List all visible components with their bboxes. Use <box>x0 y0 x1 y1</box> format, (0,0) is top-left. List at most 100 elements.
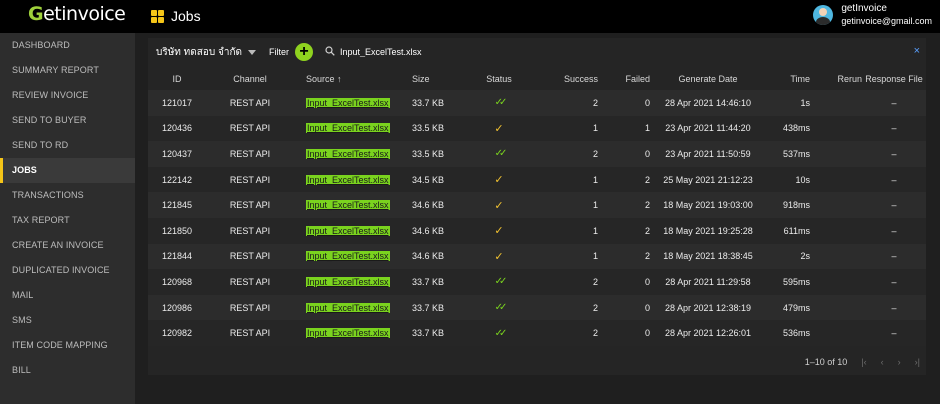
col-source-label: Source <box>306 74 335 84</box>
cell-rerun[interactable] <box>810 167 862 193</box>
cell-rerun[interactable] <box>810 90 862 116</box>
cell-success: 2 <box>592 302 598 313</box>
cell-channel: REST API <box>229 302 271 313</box>
pagination-range: 1–10 of 10 <box>804 357 848 367</box>
table-row[interactable]: 121845 REST API Input_ExcelTest.xlsx 34.6 K… <box>148 192 926 218</box>
col-response-file[interactable]: Response File <box>862 68 926 90</box>
col-id[interactable]: ID <box>148 68 206 90</box>
table-row[interactable]: 120437 REST API Input_ExcelTest.xlsx 33.5 K… <box>148 141 926 167</box>
cell-size: 33.7 KB <box>412 328 445 339</box>
table-row[interactable]: 120436 REST API Input_ExcelTest.xlsx 33.5 K… <box>148 115 926 142</box>
sidebar-item-mail[interactable]: MAIL <box>0 283 135 308</box>
table-row[interactable]: 121844 REST API Input_ExcelTest.xlsx 34.6 K… <box>148 243 926 270</box>
col-generate-date[interactable]: Generate Date <box>650 68 766 90</box>
sidebar-item-tax-report[interactable]: TAX REPORT <box>0 208 135 233</box>
col-rerun[interactable]: Rerun <box>810 68 862 90</box>
sidebar-item-item-code-mapping[interactable]: ITEM CODE MAPPING <box>0 333 135 358</box>
table-row[interactable]: 120968 REST API Input_ExcelTest.xlsx 33.7 K… <box>148 269 926 295</box>
double-check-icon: ✓✓ <box>494 302 508 314</box>
cell-generate-date: 18 May 2021 18:38:45 <box>663 251 753 262</box>
cell-status: ✓ <box>470 218 528 244</box>
col-channel[interactable]: Channel <box>206 68 294 90</box>
cell-generate-date: 18 May 2021 19:03:00 <box>663 200 753 211</box>
cell-channel: REST API <box>229 97 271 108</box>
table-row[interactable]: 121017 REST API Input_ExcelTest.xlsx 33.7 K… <box>148 90 926 116</box>
cell-id: 121845 <box>161 200 193 211</box>
cell-success: 1 <box>592 251 598 262</box>
cell-status: ✓✓ <box>470 320 528 346</box>
first-page-icon[interactable]: |‹ <box>861 357 866 367</box>
source-file-link[interactable]: Input_ExcelTest.xlsx <box>306 225 390 236</box>
cell-failed: 0 <box>644 148 650 159</box>
cell-id: 120982 <box>161 328 193 339</box>
sidebar-item-dashboard[interactable]: DASHBOARD <box>0 33 135 58</box>
add-filter-button[interactable]: + <box>295 43 313 61</box>
jobs-panel: บริษัท ทดสอบ จำกัด Filter + × ID Channel… <box>148 38 926 375</box>
cell-rerun[interactable] <box>810 269 862 295</box>
sidebar-item-jobs[interactable]: JOBS <box>0 158 135 183</box>
col-status[interactable]: Status <box>470 68 528 90</box>
cell-rerun[interactable] <box>810 320 862 346</box>
sidebar-item-send-to-rd[interactable]: SEND TO RD <box>0 133 135 158</box>
cell-id: 122142 <box>161 174 193 185</box>
cell-failed: 0 <box>644 328 650 339</box>
col-failed[interactable]: Failed <box>598 68 650 90</box>
user-menu[interactable]: getInvoice getinvoice@gmail.com <box>813 3 932 27</box>
avatar[interactable] <box>813 5 834 25</box>
sidebar-item-review-invoice[interactable]: REVIEW INVOICE <box>0 83 135 108</box>
company-select[interactable]: บริษัท ทดสอบ จำกัด <box>152 42 264 62</box>
sidebar-item-transactions[interactable]: TRANSACTIONS <box>0 183 135 208</box>
source-file-link[interactable]: Input_ExcelTest.xlsx <box>306 302 390 313</box>
close-icon[interactable]: × <box>914 45 920 57</box>
last-page-icon[interactable]: ›| <box>915 357 920 367</box>
source-file-link[interactable]: Input_ExcelTest.xlsx <box>306 200 390 211</box>
cell-rerun[interactable] <box>810 141 862 167</box>
col-size[interactable]: Size <box>412 68 470 90</box>
cell-rerun[interactable] <box>810 295 862 321</box>
source-file-link[interactable]: Input_ExcelTest.xlsx <box>306 276 390 287</box>
source-file-link[interactable]: Input_ExcelTest.xlsx <box>306 97 390 108</box>
app-logo[interactable]: Getinvoice <box>28 3 126 25</box>
cell-rerun[interactable] <box>810 218 862 244</box>
cell-response-file: – <box>891 302 897 313</box>
cell-status: ✓✓ <box>470 269 528 295</box>
col-source[interactable]: Source ↑ <box>294 68 412 90</box>
table-row[interactable]: 120982 REST API Input_ExcelTest.xlsx 33.7 K… <box>148 320 926 346</box>
source-file-link[interactable]: Input_ExcelTest.xlsx <box>306 251 390 262</box>
cell-channel: REST API <box>229 276 271 287</box>
source-file-link[interactable]: Input_ExcelTest.xlsx <box>306 328 390 339</box>
cell-generate-date: 28 Apr 2021 12:26:01 <box>664 328 752 339</box>
source-file-link[interactable]: Input_ExcelTest.xlsx <box>306 174 390 185</box>
sidebar-item-create-an-invoice[interactable]: CREATE AN INVOICE <box>0 233 135 258</box>
cell-source: Input_ExcelTest.xlsx <box>294 218 412 244</box>
search-input[interactable] <box>340 44 900 60</box>
source-file-link[interactable]: Input_ExcelTest.xlsx <box>306 123 390 134</box>
cell-size: 34.6 KB <box>412 225 445 236</box>
cell-rerun[interactable] <box>810 192 862 218</box>
double-check-icon: ✓✓ <box>494 97 508 109</box>
table-row[interactable]: 121850 REST API Input_ExcelTest.xlsx 34.6 K… <box>148 217 926 244</box>
col-success[interactable]: Success <box>528 68 598 90</box>
col-time[interactable]: Time <box>766 68 810 90</box>
next-page-icon[interactable]: › <box>898 357 901 367</box>
cell-rerun[interactable] <box>810 116 862 142</box>
table-row[interactable]: 120986 REST API Input_ExcelTest.xlsx 33.7 K… <box>148 294 926 321</box>
sort-up-icon: ↑ <box>337 74 342 84</box>
sidebar-item-duplicated-invoice[interactable]: DUPLICATED INVOICE <box>0 258 135 283</box>
cell-time: 595ms <box>782 276 810 287</box>
sidebar-item-summary-report[interactable]: SUMMARY REPORT <box>0 58 135 83</box>
cell-size: 34.5 KB <box>412 174 445 185</box>
cell-failed: 2 <box>644 174 650 185</box>
cell-source: Input_ExcelTest.xlsx <box>294 269 412 295</box>
sidebar-item-bill[interactable]: BILL <box>0 358 135 383</box>
cell-rerun[interactable] <box>810 244 862 270</box>
source-file-link[interactable]: Input_ExcelTest.xlsx <box>306 148 390 159</box>
prev-page-icon[interactable]: ‹ <box>881 357 884 367</box>
table-row[interactable]: 122142 REST API Input_ExcelTest.xlsx 34.5 K… <box>148 166 926 193</box>
sidebar-item-sms[interactable]: SMS <box>0 308 135 333</box>
cell-time: 918ms <box>782 200 810 211</box>
cell-time: 10s <box>795 174 810 185</box>
sidebar-item-send-to-buyer[interactable]: SEND TO BUYER <box>0 108 135 133</box>
cell-response-file: – <box>891 225 897 236</box>
cell-failed: 2 <box>644 225 650 236</box>
